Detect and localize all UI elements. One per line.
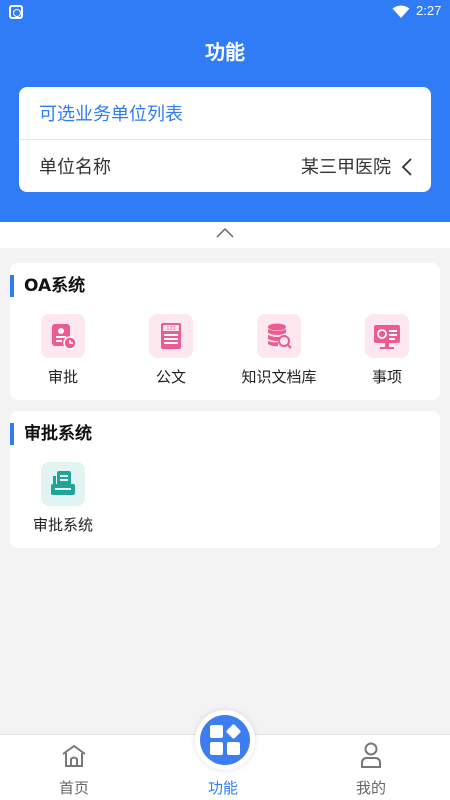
document-icon: 123: [149, 314, 193, 358]
unit-selector-card: 可选业务单位列表 单位名称 某三甲医院: [19, 87, 431, 192]
oa-section: OA系统 审批 123 公文 知识文档库 事项: [10, 263, 440, 400]
home-icon: [62, 745, 86, 767]
nav-mine-label: 我的: [355, 779, 386, 797]
unit-name-row[interactable]: 单位名称 某三甲医院: [19, 140, 431, 192]
collapse-toggle[interactable]: [0, 222, 450, 248]
grid-item-label: 知识文档库: [241, 368, 317, 386]
unit-name-value: 某三甲医院: [301, 157, 391, 178]
grid-item-label: 事项: [371, 368, 402, 386]
grid-item-label: 审批系统: [32, 516, 93, 534]
status-time: 2:27: [416, 3, 442, 18]
status-bar: 2:27: [0, 0, 450, 24]
grid-item-tasks[interactable]: 事项: [337, 314, 437, 394]
svg-text:123: 123: [166, 326, 175, 332]
user-icon: [361, 742, 381, 768]
grid-item-approval[interactable]: 审批: [13, 314, 113, 394]
nav-home-label: 首页: [58, 779, 89, 797]
wifi-icon: [392, 5, 410, 18]
grid-item-document[interactable]: 123 公文: [121, 314, 221, 394]
nav-home[interactable]: 首页: [24, 735, 124, 800]
app-notification-icon: [9, 5, 23, 19]
unit-name-label: 单位名称: [39, 157, 111, 178]
unit-list-title[interactable]: 可选业务单位列表: [39, 100, 183, 126]
grid-item-knowledge-base[interactable]: 知识文档库: [229, 314, 329, 394]
chevron-up-icon: [216, 228, 234, 238]
section-title: 审批系统: [10, 423, 92, 445]
printer-icon: [41, 462, 85, 506]
nav-functions-label: 功能: [207, 779, 238, 797]
page-title: 功能: [205, 40, 245, 64]
database-search-icon: [257, 314, 301, 358]
grid-apps-icon: [210, 724, 241, 755]
nav-mine[interactable]: 我的: [321, 735, 421, 800]
grid-item-approval-system[interactable]: 审批系统: [13, 462, 113, 542]
functions-fab[interactable]: [195, 710, 255, 770]
monitor-task-icon: [365, 314, 409, 358]
grid-item-label: 审批: [47, 368, 78, 386]
chevron-left-icon: [401, 158, 412, 176]
section-title: OA系统: [10, 275, 85, 297]
approval-icon: [41, 314, 85, 358]
grid-item-label: 公文: [155, 368, 186, 386]
approval-system-section: 审批系统 审批系统: [10, 411, 440, 548]
